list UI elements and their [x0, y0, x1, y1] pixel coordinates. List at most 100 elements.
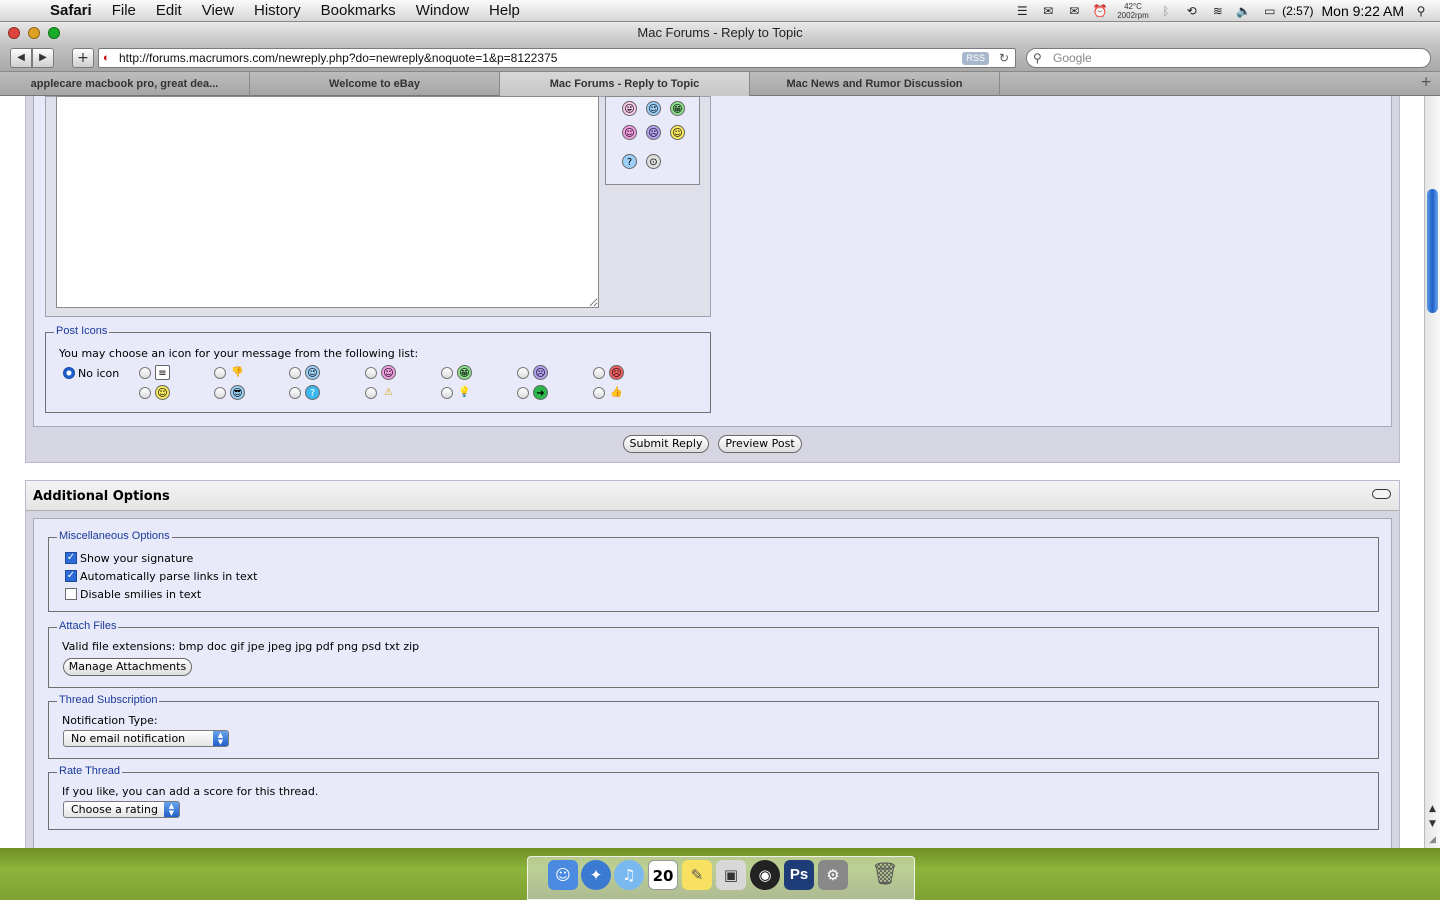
- post-icon-radio[interactable]: [593, 367, 605, 379]
- menu-clock[interactable]: Mon 9:22 AM: [1322, 3, 1405, 19]
- ical-icon[interactable]: 20: [648, 860, 678, 890]
- attach-files-legend: Attach Files: [57, 620, 119, 632]
- add-bookmark-button[interactable]: +: [72, 48, 94, 68]
- system-preferences-icon[interactable]: ⚙: [818, 860, 848, 890]
- photo-booth-icon[interactable]: ◉: [750, 860, 780, 890]
- no-icon-radio[interactable]: [63, 367, 75, 379]
- menu-file[interactable]: File: [102, 0, 146, 22]
- photoshop-icon[interactable]: Ps: [784, 860, 814, 890]
- post-icon-radio[interactable]: [214, 367, 226, 379]
- rating-select[interactable]: Choose a rating ▲ ▼: [63, 801, 180, 818]
- post-icon-radio[interactable]: [517, 387, 529, 399]
- additional-options-panel: Additional Options Miscellaneous Options…: [25, 480, 1400, 848]
- scrollbar-thumb[interactable]: [1427, 189, 1438, 313]
- preview-post-button[interactable]: Preview Post: [718, 435, 802, 453]
- notification-type-select[interactable]: No email notification ▲ ▼: [63, 730, 229, 747]
- mad-icon: ☹: [609, 365, 624, 380]
- back-button[interactable]: ◀: [10, 48, 32, 68]
- post-icon-radio[interactable]: [214, 387, 226, 399]
- additional-options-header: Additional Options: [26, 481, 1399, 511]
- disable-smilies-label: Disable smilies in text: [80, 588, 202, 601]
- post-icon-radio[interactable]: [139, 387, 151, 399]
- submit-reply-button[interactable]: Submit Reply: [623, 435, 709, 453]
- post-icon-radio[interactable]: [517, 367, 529, 379]
- question-icon: ?: [305, 385, 320, 400]
- parse-links-checkbox[interactable]: ✓: [65, 570, 77, 582]
- vertical-scrollbar[interactable]: ▲ ▼ ◢: [1424, 96, 1440, 848]
- smilie-wink-icon[interactable]: 😉: [646, 101, 661, 116]
- bluetooth-icon[interactable]: ᛒ: [1157, 4, 1175, 18]
- smilie-eek-icon[interactable]: ⊙: [646, 154, 661, 169]
- minimize-window-button[interactable]: [28, 27, 40, 39]
- post-icon-radio[interactable]: [289, 387, 301, 399]
- post-icon-radio[interactable]: [441, 367, 453, 379]
- menu-edit[interactable]: Edit: [146, 0, 192, 22]
- frown-icon: ☹: [533, 365, 548, 380]
- reload-icon[interactable]: ↻: [999, 49, 1009, 67]
- finder-icon[interactable]: ☺: [548, 860, 578, 890]
- smilie-smile-pink-icon[interactable]: ☺: [622, 125, 637, 140]
- menu-help[interactable]: Help: [479, 0, 530, 22]
- message-textarea[interactable]: [56, 96, 599, 308]
- mail-icon[interactable]: ✉: [1065, 4, 1083, 18]
- post-icon-radio[interactable]: [365, 367, 377, 379]
- menu-window[interactable]: Window: [406, 0, 479, 22]
- post-icon-radio[interactable]: [593, 387, 605, 399]
- rss-button[interactable]: RSS: [962, 52, 989, 65]
- post-icon-radio[interactable]: [441, 387, 453, 399]
- smilie-smile-icon[interactable]: ☺: [670, 125, 685, 140]
- select-arrows-icon: ▲ ▼: [213, 731, 228, 746]
- forward-button[interactable]: ▶: [32, 48, 54, 68]
- tab-applecare[interactable]: applecare macbook pro, great dea...: [0, 72, 250, 96]
- smilie-grin-icon[interactable]: 😁: [670, 101, 685, 116]
- collapse-icon[interactable]: [1372, 489, 1391, 499]
- volume-icon[interactable]: 🔈: [1235, 4, 1253, 18]
- smilie-tongue-icon[interactable]: 😜: [622, 101, 637, 116]
- trash-icon[interactable]: 🗑: [870, 860, 900, 890]
- manage-attachments-button[interactable]: Manage Attachments: [63, 658, 192, 676]
- misc-options-legend: Miscellaneous Options: [57, 530, 172, 542]
- address-bar[interactable]: ◐ http://forums.macrumors.com/newreply.p…: [98, 48, 1016, 68]
- new-tab-icon[interactable]: +: [1420, 74, 1432, 90]
- lightbulb-icon: 💡: [458, 387, 471, 398]
- time-machine-icon[interactable]: ⟲: [1183, 4, 1201, 18]
- tab-mac-news[interactable]: Mac News and Rumor Discussion: [750, 72, 1000, 96]
- rate-thread-legend: Rate Thread: [57, 765, 122, 777]
- scroll-up-arrow-icon[interactable]: ▲: [1425, 802, 1440, 816]
- document-icon: ≡: [155, 365, 170, 380]
- no-icon-label: No icon: [78, 367, 120, 380]
- smilie-frown-icon[interactable]: ☹: [646, 125, 661, 140]
- smile-pink-icon: ☺: [381, 365, 396, 380]
- menu-app-safari[interactable]: Safari: [40, 0, 102, 22]
- menu-view[interactable]: View: [192, 0, 244, 22]
- smilie-confused-icon[interactable]: ?: [622, 154, 637, 169]
- zoom-window-button[interactable]: [48, 27, 60, 39]
- search-placeholder: Google: [1053, 51, 1092, 65]
- wifi-icon[interactable]: ≋: [1209, 4, 1227, 18]
- show-signature-checkbox[interactable]: ✓: [65, 552, 77, 564]
- temperature-readout[interactable]: 42°C 2002rpm: [1117, 2, 1149, 20]
- menu-bookmarks[interactable]: Bookmarks: [311, 0, 406, 22]
- search-field[interactable]: ⚲ Google: [1026, 48, 1431, 68]
- battery-status[interactable]: ▭ (2:57): [1261, 4, 1313, 18]
- preview-icon[interactable]: ▣: [716, 860, 746, 890]
- mail-icon[interactable]: ✉: [1039, 4, 1057, 18]
- close-window-button[interactable]: [8, 27, 20, 39]
- rating-value: Choose a rating: [71, 803, 158, 816]
- post-icon-radio[interactable]: [289, 367, 301, 379]
- itunes-icon[interactable]: ♫: [614, 860, 644, 890]
- scroll-down-arrow-icon[interactable]: ▼: [1425, 817, 1440, 831]
- safari-icon[interactable]: ✦: [581, 860, 611, 890]
- alarm-clock-icon[interactable]: ⏰: [1091, 4, 1109, 18]
- post-icon-radio[interactable]: [139, 367, 151, 379]
- post-icon-radio[interactable]: [365, 387, 377, 399]
- disable-smilies-checkbox[interactable]: [65, 588, 77, 600]
- menu-history[interactable]: History: [244, 0, 311, 22]
- list-icon[interactable]: ☰: [1013, 4, 1031, 18]
- parse-links-label: Automatically parse links in text: [80, 570, 258, 583]
- resize-grip-icon[interactable]: ◢: [1425, 833, 1440, 847]
- tab-ebay[interactable]: Welcome to eBay: [250, 72, 500, 96]
- spotlight-icon[interactable]: ⚲: [1412, 4, 1430, 18]
- tab-reply-to-topic[interactable]: Mac Forums - Reply to Topic: [500, 72, 750, 96]
- stickies-icon[interactable]: ✎: [682, 860, 712, 890]
